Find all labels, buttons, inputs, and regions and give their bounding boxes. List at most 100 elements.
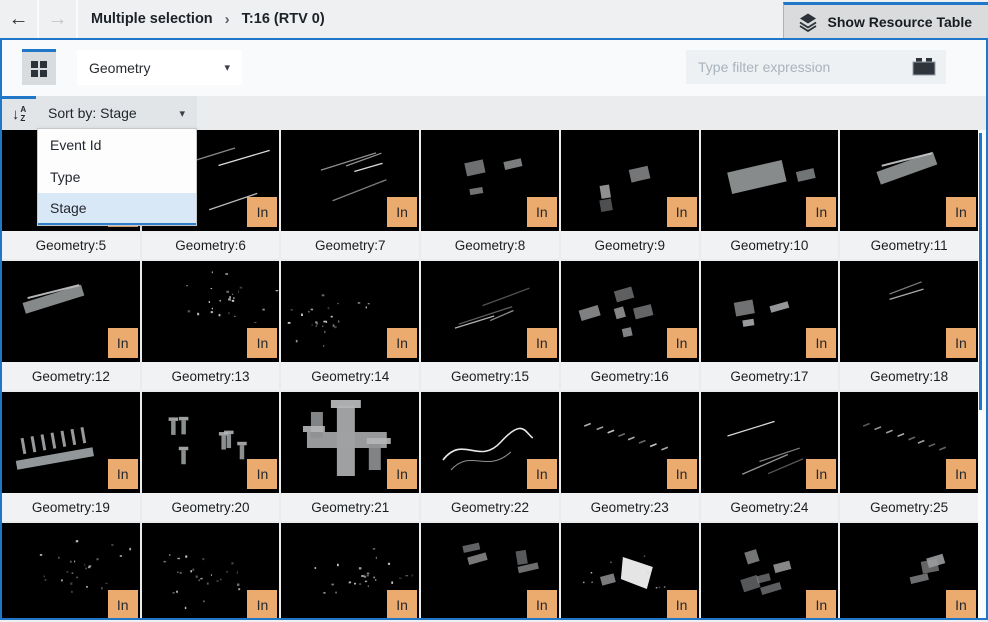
tile-geometry-15[interactable]: In Geometry:15: [421, 261, 559, 390]
geometry-thumbnail: In: [2, 392, 140, 493]
tile-geometry-21[interactable]: In Geometry:21: [281, 392, 420, 521]
vertical-scrollbar[interactable]: [978, 130, 984, 618]
resource-type-select[interactable]: Geometry ▾: [77, 50, 242, 85]
geometry-thumbnail: In: [840, 392, 978, 493]
filter-field-wrap: [686, 50, 946, 84]
geometry-thumbnail: In: [2, 261, 140, 362]
geometry-thumbnail: In: [421, 130, 559, 231]
tile-geometry-24[interactable]: In Geometry:24: [700, 392, 839, 521]
show-resource-table-button[interactable]: Show Resource Table: [782, 2, 988, 38]
tile-geometry-16[interactable]: In Geometry:16: [560, 261, 699, 390]
geometry-thumbnail: In: [560, 392, 699, 493]
tile-label: Geometry:7: [281, 231, 420, 259]
tile-geometry-8[interactable]: In Geometry:8: [421, 130, 559, 259]
tile-label: Geometry:23: [560, 493, 699, 521]
tile-label: Geometry:21: [281, 493, 420, 521]
breadcrumb-item-multiple-selection[interactable]: Multiple selection: [91, 11, 213, 27]
tile-label: Geometry:22: [421, 493, 559, 521]
tile[interactable]: In: [421, 523, 559, 618]
usage-badge: In: [666, 197, 697, 227]
menu-item-type[interactable]: Type: [38, 161, 196, 193]
tile[interactable]: In: [840, 523, 978, 618]
geometry-thumbnail: In: [2, 523, 140, 618]
breadcrumb-separator-icon: ›: [224, 10, 230, 28]
tile-label: Geometry:11: [840, 231, 978, 259]
view-toolbar: Geometry ▾: [2, 40, 986, 96]
tile-label: Geometry:19: [2, 493, 140, 521]
usage-badge: In: [945, 328, 976, 358]
usage-badge: In: [247, 590, 278, 618]
forward-button[interactable]: →: [39, 0, 78, 38]
brick-icon[interactable]: [912, 57, 938, 77]
tile-label: Geometry:13: [141, 362, 280, 390]
geometry-thumbnail: In: [421, 392, 559, 493]
sort-az-icon: ↓: [11, 106, 20, 123]
tile-geometry-11[interactable]: In Geometry:11: [840, 130, 978, 259]
scrollbar-thumb[interactable]: [979, 133, 982, 410]
geometry-thumbnail: In: [560, 523, 699, 618]
geometry-thumbnail: In: [281, 523, 420, 618]
usage-badge: In: [666, 328, 697, 358]
resource-type-value: Geometry: [89, 59, 151, 76]
tile-label: Geometry:9: [560, 231, 699, 259]
sort-toolbar: ↓ AZ Sort by: Stage ▾: [2, 96, 986, 130]
tile-geometry-22[interactable]: In Geometry:22: [421, 392, 559, 521]
tile-geometry-23[interactable]: In Geometry:23: [560, 392, 699, 521]
show-resource-table-label: Show Resource Table: [827, 13, 972, 30]
tile-label: Geometry:25: [840, 493, 978, 521]
tile[interactable]: In: [560, 523, 699, 618]
tile[interactable]: In: [281, 523, 420, 618]
usage-badge: In: [526, 459, 557, 489]
chevron-down-icon: ▾: [179, 107, 185, 120]
usage-badge: In: [526, 590, 557, 618]
tile[interactable]: In: [141, 523, 280, 618]
tile-label: Geometry:6: [141, 231, 280, 259]
tile-geometry-12[interactable]: In Geometry:12: [2, 261, 140, 390]
sort-by-value: Sort by: Stage: [48, 105, 137, 121]
menu-item-event-id[interactable]: Event Id: [38, 129, 196, 161]
grid-view-icon: [31, 60, 47, 77]
geometry-thumbnail: In: [840, 523, 978, 618]
tile-label: Geometry:8: [421, 231, 559, 259]
usage-badge: In: [247, 197, 278, 227]
usage-badge: In: [107, 328, 138, 358]
tile-geometry-17[interactable]: In Geometry:17: [700, 261, 839, 390]
tile-geometry-18[interactable]: In Geometry:18: [840, 261, 978, 390]
sort-by-select[interactable]: Sort by: Stage ▾: [36, 96, 197, 130]
back-button[interactable]: ←: [0, 0, 39, 38]
sort-direction-button[interactable]: ↓ AZ: [2, 96, 36, 130]
tile-label: Geometry:15: [421, 362, 559, 390]
tile-geometry-9[interactable]: In Geometry:9: [560, 130, 699, 259]
geometry-thumbnail: In: [560, 261, 699, 362]
breadcrumb-item-current: T:16 (RTV 0): [241, 11, 325, 27]
usage-badge: In: [387, 590, 418, 618]
tile[interactable]: In: [2, 523, 140, 618]
usage-badge: In: [666, 459, 697, 489]
grid-view-button[interactable]: [22, 49, 56, 85]
resource-viewer-window: ← → Multiple selection › T:16 (RTV 0) Sh…: [0, 0, 988, 622]
geometry-thumbnail: In: [281, 392, 420, 493]
filter-expression-input[interactable]: [686, 59, 912, 75]
tile-geometry-20[interactable]: In Geometry:20: [141, 392, 280, 521]
usage-badge: In: [247, 328, 278, 358]
sort-by-menu: Event Id Type Stage: [37, 128, 197, 226]
usage-badge: In: [806, 459, 837, 489]
geometry-thumbnail: In: [421, 523, 559, 618]
geometry-thumbnail: In: [141, 523, 280, 618]
usage-badge: In: [945, 590, 976, 618]
usage-badge: In: [387, 197, 418, 227]
tile-label: Geometry:24: [700, 493, 839, 521]
menu-item-stage[interactable]: Stage: [38, 193, 196, 225]
usage-badge: In: [806, 328, 837, 358]
tile-geometry-14[interactable]: In Geometry:14: [281, 261, 420, 390]
tile-geometry-19[interactable]: In Geometry:19: [2, 392, 140, 521]
geometry-thumbnail: In: [840, 261, 978, 362]
tile[interactable]: In: [700, 523, 839, 618]
tile-geometry-13[interactable]: In Geometry:13: [141, 261, 280, 390]
geometry-thumbnail: In: [840, 130, 978, 231]
geometry-thumbnail: In: [281, 261, 420, 362]
tile-geometry-10[interactable]: In Geometry:10: [700, 130, 839, 259]
tile-geometry-25[interactable]: In Geometry:25: [840, 392, 978, 521]
tile-geometry-7[interactable]: In Geometry:7: [281, 130, 420, 259]
top-toolbar: ← → Multiple selection › T:16 (RTV 0) Sh…: [0, 0, 988, 38]
